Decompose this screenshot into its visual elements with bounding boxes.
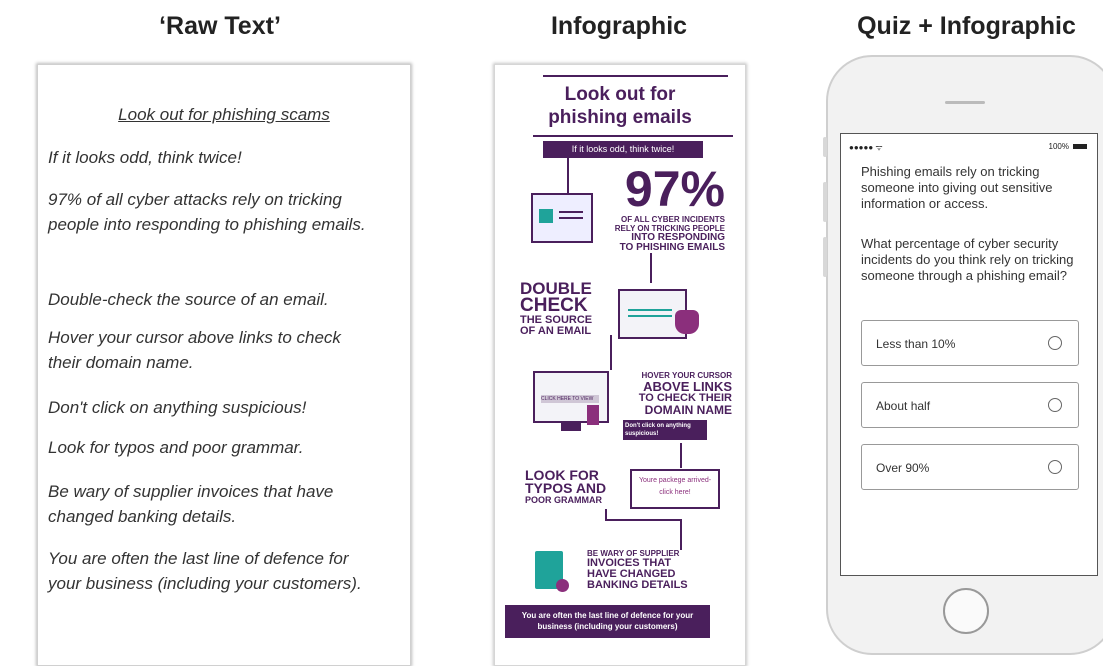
label-line: BANKING DETAILS [587,579,688,591]
raw-text-line: Double-check the source of an email. [48,290,329,309]
typos-label: LOOK FOR TYPOS AND POOR GRAMMAR [525,468,625,505]
text-line-icon [559,211,583,213]
label-line: TYPOS AND [525,480,607,496]
raw-text-line: If it looks odd, think twice! [48,148,242,167]
lock-email-icon [531,193,593,243]
radio-icon[interactable] [1048,460,1062,474]
phone-mockup: ●●●●● ᯤ 100% Phishing emails rely on tri… [823,55,1103,655]
quiz-option[interactable]: Less than 10% [861,320,1079,366]
typo-example-box: Youre packege arrived- click here! [630,469,720,509]
phone-speaker [945,101,985,104]
percent-stat: 97% [624,161,725,217]
warning-x-icon [556,579,569,592]
think-twice-banner: If it looks odd, think twice! [543,141,703,158]
wary-label: BE WARY OF SUPPLIER INVOICES THAT HAVE C… [587,549,707,591]
text-line-icon [559,217,583,219]
raw-text-line: Look for typos and poor grammar. [48,438,304,457]
connector-line [680,520,682,550]
quiz-option[interactable]: About half [861,382,1079,428]
signal-indicator: ●●●●● ᯤ [849,143,883,152]
phone-screen: ●●●●● ᯤ 100% Phishing emails rely on tri… [840,133,1098,576]
battery-percent: 100% [1048,142,1069,151]
quiz-intro: Phishing emails rely on tricking someone… [861,164,1053,211]
connector-line [605,519,682,521]
infographic-title: Infographic [550,12,688,40]
raw-text-line: Hover your cursor above links to check t… [48,328,341,372]
label-line: OF AN EMAIL [520,325,592,337]
raw-text-panel: Look out for phishing scams If it looks … [37,64,411,666]
link-box: CLICK HERE TO VIEW [541,395,599,403]
text-line-icon [628,315,672,317]
padlock-icon [539,209,553,223]
radio-icon[interactable] [1048,398,1062,412]
connector-line [567,158,569,193]
arrow-cursor-icon [587,405,599,425]
dont-click-note: Don't click on anything suspicious! [623,420,707,440]
monitor-stand-icon [561,421,581,431]
raw-text-line: Don't click on anything suspicious! [48,398,307,417]
label-line: DOMAIN NAME [644,403,732,417]
text-line-icon [628,309,672,311]
hover-label: HOVER YOUR CURSOR ABOVE LINKS TO CHECK T… [617,371,732,416]
quiz-option[interactable]: Over 90% [861,444,1079,490]
caption-line: OF ALL CYBER INCIDENTS [620,215,725,224]
option-label: Over 90% [876,461,930,475]
typo-line: click here! [659,489,691,496]
infographic-panel: Look out for phishing emails If it looks… [494,64,746,666]
label-line: POOR GRAMMAR [525,495,602,505]
phone-side-button [823,137,827,157]
phone-side-button [823,182,827,222]
connector-line [680,443,682,468]
raw-text-heading: Look out for phishing scams [118,105,330,124]
divider [543,75,728,77]
infographic-footer: You are often the last line of defence f… [505,605,710,638]
raw-text-line: Be wary of supplier invoices that have c… [48,482,334,526]
label-line: CHECK [520,295,588,316]
divider [533,135,733,137]
caption-line: TO PHISHING EMAILS [619,242,725,253]
typo-line: Youre packege arrived- [638,477,712,484]
radio-icon[interactable] [1048,336,1062,350]
connector-line [610,335,612,370]
home-button[interactable] [943,588,989,634]
quiz-infographic-title: Quiz + Infographic [857,12,1076,40]
hand-cursor-icon [675,310,699,334]
raw-text-title: ‘Raw Text’ [159,12,281,40]
quiz-question: What percentage of cyber security incide… [861,236,1074,283]
connector-line [650,253,652,283]
option-label: About half [876,399,931,413]
infographic-heading: Look out for phishing emails [495,83,745,129]
connector-line [605,509,607,519]
double-check-label: DOUBLE CHECK THE SOURCE OF AN EMAIL [520,280,605,337]
raw-text-line: You are often the last line of defence f… [48,549,362,593]
percent-caption: OF ALL CYBER INCIDENTS RELY ON TRICKING … [605,215,725,253]
heading-line: phishing emails [548,107,692,128]
option-label: Less than 10% [876,337,956,351]
raw-text-line: 97% of all cyber attacks rely on trickin… [48,190,366,234]
battery-icon [1073,144,1087,149]
heading-line: Look out for [564,84,676,105]
phone-side-button [823,237,827,277]
